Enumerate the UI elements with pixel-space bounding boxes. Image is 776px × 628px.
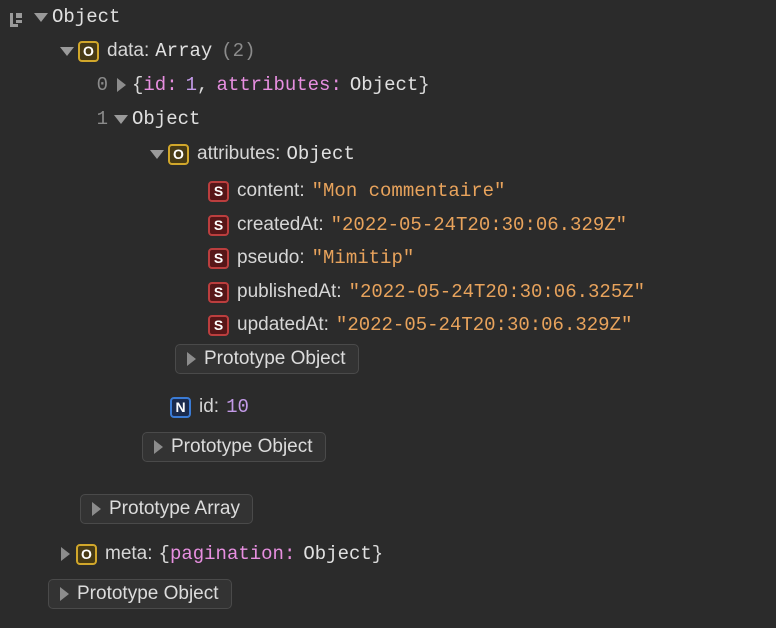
triangle-right-icon[interactable] [182, 345, 202, 373]
id-key-label: id: [199, 396, 220, 417]
string-badge: S [208, 314, 229, 336]
meta-key-label: meta: [105, 543, 153, 564]
preview-key-pagination: pagination: [169, 543, 296, 565]
triangle-right-icon[interactable] [149, 433, 169, 461]
prototype-array-button[interactable]: Prototype Array [80, 494, 253, 524]
prototype-label: Prototype Object [171, 436, 313, 457]
tree-row-meta[interactable]: O meta: { pagination: Object } [56, 543, 383, 565]
property-key-pseudo: pseudo: [237, 247, 305, 268]
data-count-label: (2) [221, 40, 256, 62]
property-value-publishedat: "2022-05-24T20:30:06.325Z" [348, 281, 646, 303]
object-badge: O [78, 40, 99, 62]
tree-row-item-0[interactable]: 0 { id: 1 , attributes: Object } [88, 74, 430, 96]
property-value-createdat: "2022-05-24T20:30:06.329Z" [330, 214, 628, 236]
triangle-down-icon[interactable] [148, 143, 168, 165]
array-index-label: 0 [96, 74, 108, 96]
property-value-content: "Mon commentaire" [311, 180, 506, 202]
number-badge: N [170, 396, 191, 418]
triangle-right-icon[interactable] [112, 74, 132, 96]
prototype-label: Prototype Object [77, 583, 219, 604]
attributes-type-label: Object [286, 143, 355, 165]
tree-row-property[interactable]: S createdAt: "2022-05-24T20:30:06.329Z" [208, 214, 627, 236]
preview-close-brace: } [371, 543, 384, 565]
prototype-label: Prototype Array [109, 498, 240, 519]
string-badge: S [208, 247, 229, 269]
preview-key-attributes: attributes: [216, 74, 342, 96]
triangle-right-icon[interactable] [87, 495, 107, 523]
triangle-right-icon[interactable] [56, 543, 76, 565]
tree-row-property[interactable]: S publishedAt: "2022-05-24T20:30:06.325Z… [208, 281, 645, 303]
string-badge: S [208, 180, 229, 202]
tree-row-attributes[interactable]: O attributes: Object [148, 143, 355, 165]
id-value-label: 10 [226, 396, 249, 418]
tree-row-property[interactable]: S updatedAt: "2022-05-24T20:30:06.329Z" [208, 314, 632, 336]
data-key-label: data: [107, 40, 150, 61]
object-inspector-tree: Object O data: Array (2) 0 { id: 1 , att… [0, 0, 776, 628]
property-key-publishedat: publishedAt: [237, 281, 342, 302]
prototype-object-button-root[interactable]: Prototype Object [48, 579, 232, 609]
triangle-down-icon[interactable] [58, 40, 78, 62]
attributes-key-label: attributes: [197, 143, 281, 164]
prototype-object-button-item1[interactable]: Prototype Object [142, 432, 326, 462]
preview-close-brace: } [418, 74, 430, 96]
root-type-label: Object [52, 6, 121, 28]
property-value-updatedat: "2022-05-24T20:30:06.329Z" [335, 314, 633, 336]
tree-row-property[interactable]: S pseudo: "Mimitip" [208, 247, 414, 269]
prototype-label: Prototype Object [204, 348, 346, 369]
tree-row-id[interactable]: N id: 10 [170, 396, 249, 418]
prototype-object-button-attributes[interactable]: Prototype Object [175, 344, 359, 374]
tree-row-data[interactable]: O data: Array (2) [58, 40, 256, 62]
string-badge: S [208, 281, 229, 303]
preview-open-brace: { [158, 543, 170, 565]
preview-value-pagination: Object [303, 543, 372, 565]
data-type-label: Array [155, 40, 213, 62]
object-badge: O [168, 143, 189, 165]
preview-value-attributes: Object [349, 74, 419, 96]
triangle-down-icon[interactable] [112, 108, 132, 130]
array-index-label: 1 [96, 108, 108, 130]
item1-type-label: Object [132, 108, 201, 130]
object-badge: O [76, 543, 97, 565]
string-badge: S [208, 214, 229, 236]
tree-row-root[interactable]: Object [32, 6, 120, 28]
property-key-createdat: createdAt: [237, 214, 324, 235]
property-value-pseudo: "Mimitip" [311, 247, 415, 269]
property-key-content: content: [237, 180, 305, 201]
triangle-down-icon[interactable] [32, 6, 52, 28]
preview-key-id: id: [143, 74, 178, 96]
tree-row-item-1[interactable]: 1 Object [88, 108, 201, 130]
preview-open-brace: { [132, 74, 144, 96]
preview-value-id: 1 [185, 74, 198, 96]
preview-comma: , [197, 74, 209, 96]
property-key-updatedat: updatedAt: [237, 314, 329, 335]
console-log-icon [10, 13, 22, 27]
tree-row-property[interactable]: S content: "Mon commentaire" [208, 180, 505, 202]
triangle-right-icon[interactable] [55, 580, 75, 608]
